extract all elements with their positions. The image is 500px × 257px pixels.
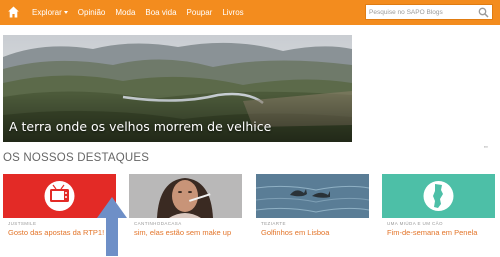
search-icon[interactable] (478, 7, 489, 18)
nav-boa-vida[interactable]: Boa vida (145, 8, 176, 17)
hero-caption-tag: ▪▪▪ (484, 145, 488, 149)
hero-title[interactable]: A terra onde os velhos morrem de velhice (9, 119, 271, 134)
card-author[interactable]: CANTINHODACASA (134, 221, 182, 226)
card-title[interactable]: sim, elas estão sem make up (134, 228, 231, 237)
nav-livros[interactable]: Livros (222, 8, 243, 17)
pointer-arrow-icon (97, 197, 127, 256)
chevron-down-icon (63, 11, 68, 14)
featured-card[interactable]: TEZIARTE Golfinhos em Lisboa (256, 174, 369, 249)
nav-opiniao[interactable]: Opinião (78, 8, 106, 17)
nav-explorar-label: Explorar (32, 8, 62, 17)
home-icon[interactable] (8, 6, 19, 18)
card-author[interactable]: TEZIARTE (261, 221, 286, 226)
top-nav-bar: Explorar Opinião Moda Boa vida Poupar Li… (0, 0, 500, 25)
card-image (256, 174, 369, 218)
featured-card[interactable]: UMA MIÚDA E UM CÃO Fim-de-semana em Pene… (382, 174, 495, 249)
card-title[interactable]: Fim-de-semana em Penela (387, 228, 477, 237)
woman-photo (129, 174, 242, 218)
dolphin-photo (256, 174, 369, 218)
nav-explorar[interactable]: Explorar (32, 8, 68, 17)
main-nav: Explorar Opinião Moda Boa vida Poupar Li… (32, 0, 244, 25)
card-author[interactable]: JUSTSMILE (8, 221, 36, 226)
card-title[interactable]: Golfinhos em Lisboa (261, 228, 329, 237)
hero-banner[interactable]: A terra onde os velhos morrem de velhice (3, 35, 352, 142)
search-input[interactable] (369, 6, 477, 19)
section-title: OS NOSSOS DESTAQUES (3, 152, 150, 164)
portugal-map-icon (423, 181, 454, 211)
card-author[interactable]: UMA MIÚDA E UM CÃO (387, 221, 443, 226)
search-box (365, 4, 493, 20)
card-title[interactable]: Gosto das apostas da RTP1! (8, 228, 104, 237)
card-image (382, 174, 495, 218)
card-image (129, 174, 242, 218)
featured-card[interactable]: CANTINHODACASA sim, elas estão sem make … (129, 174, 242, 249)
nav-moda[interactable]: Moda (115, 8, 135, 17)
nav-poupar[interactable]: Poupar (187, 8, 213, 17)
